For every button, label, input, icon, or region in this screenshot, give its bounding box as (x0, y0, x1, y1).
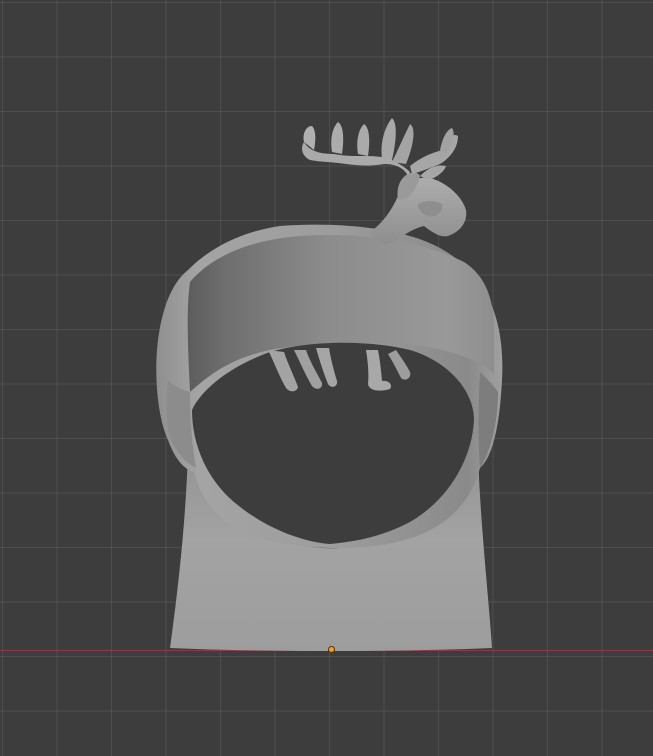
3d-viewport[interactable] (0, 0, 653, 756)
reindeer-napkin-ring-model[interactable] (0, 0, 653, 756)
object-origin-icon[interactable] (328, 646, 335, 653)
